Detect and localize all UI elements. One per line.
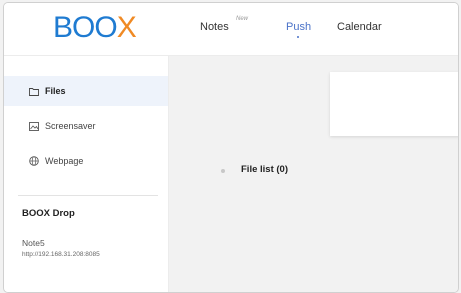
file-list-heading: File list (0) — [241, 164, 288, 175]
nav-notes-label: Notes — [200, 21, 229, 33]
sidebar-item-label: Screensaver — [45, 121, 96, 131]
logo-text-x: X — [116, 11, 137, 44]
device-name: Note5 — [22, 238, 45, 248]
sidebar-item-label: Files — [45, 86, 66, 96]
list-bullet-icon — [221, 169, 225, 173]
boox-drop-title: BOOX Drop — [22, 208, 75, 219]
device-url[interactable]: http://192.168.31.208:8085 — [22, 251, 100, 258]
nav-notes[interactable]: Notes New — [200, 16, 248, 33]
active-indicator — [297, 36, 299, 38]
sidebar-item-screensaver[interactable]: Screensaver — [4, 111, 168, 141]
globe-icon — [28, 155, 40, 167]
sidebar: Files Screensaver Webpage BOOX Drop Note… — [4, 56, 169, 292]
logo-text-main: BOO — [53, 11, 118, 44]
new-badge: New — [236, 16, 249, 22]
nav-push-label: Push — [286, 21, 312, 33]
top-header: BOOX Notes New Push Calendar — [4, 3, 458, 56]
nav-calendar-label: Calendar — [337, 21, 382, 33]
app-window: BOOX Notes New Push Calendar Files Scree… — [3, 2, 459, 293]
sidebar-item-label: Webpage — [45, 156, 84, 166]
sidebar-divider — [18, 195, 158, 196]
image-icon — [28, 120, 40, 132]
nav-push[interactable]: Push — [286, 21, 312, 38]
upload-card[interactable] — [330, 72, 458, 136]
nav-calendar[interactable]: Calendar — [337, 21, 382, 33]
folder-icon — [28, 85, 40, 97]
sidebar-item-webpage[interactable]: Webpage — [4, 146, 168, 176]
boox-logo[interactable]: BOOX — [53, 11, 137, 45]
sidebar-item-files[interactable]: Files — [4, 76, 168, 106]
main-content: File list (0) — [169, 56, 458, 292]
